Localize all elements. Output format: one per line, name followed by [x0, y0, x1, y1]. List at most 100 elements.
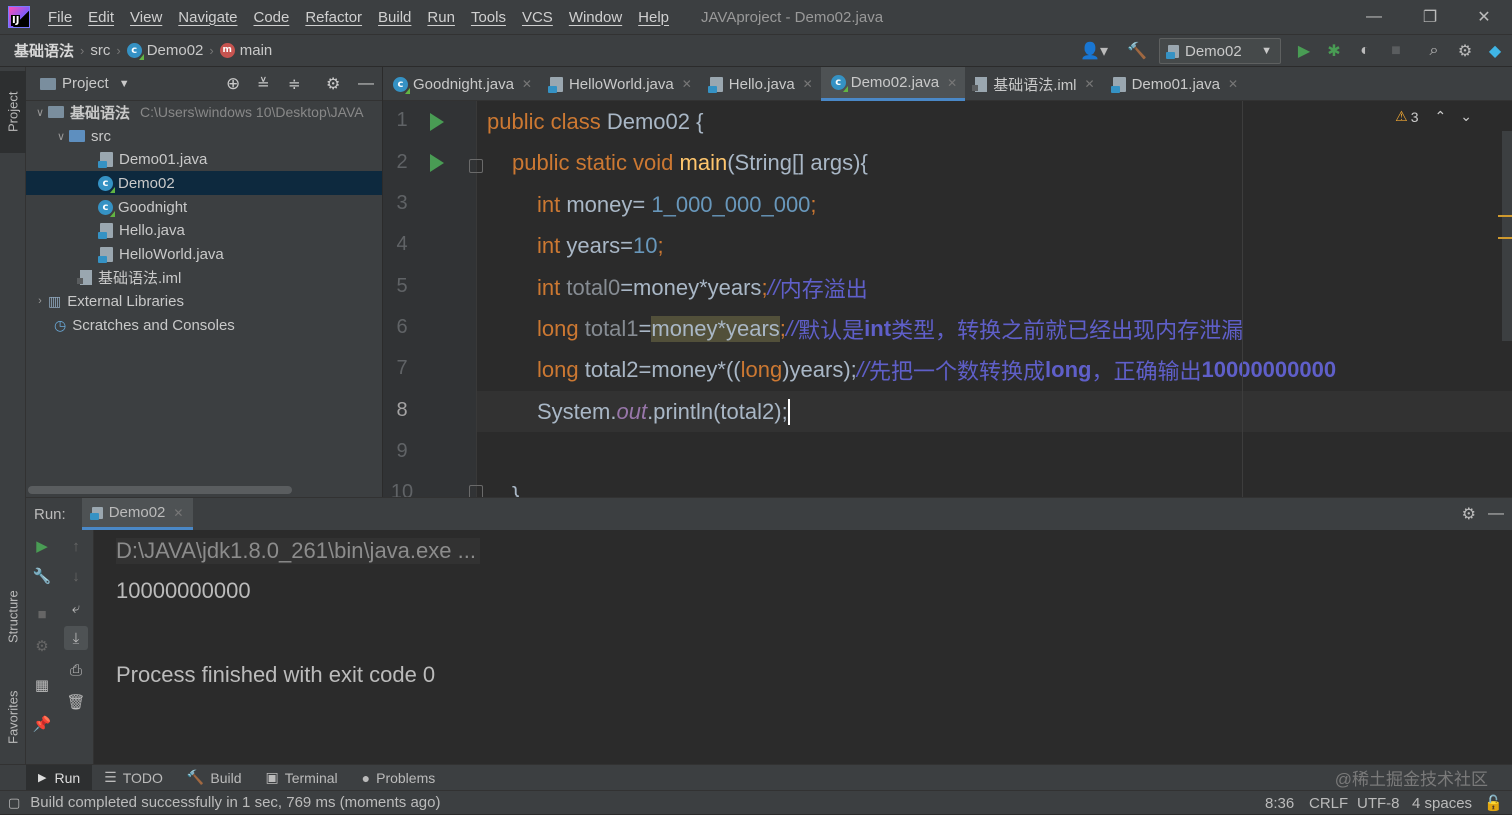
line-separator[interactable]: CRLF	[1309, 791, 1348, 815]
arrow-down-icon[interactable]: ↓	[64, 564, 88, 588]
print-icon[interactable]: ⎙	[64, 658, 88, 682]
run-gutter-icon[interactable]	[430, 154, 444, 172]
editor-scrollbar[interactable]	[1502, 131, 1512, 341]
tool-tab-run[interactable]: ▶ Run	[26, 764, 93, 791]
hide-icon[interactable]: —	[358, 75, 374, 93]
tree-external-libraries[interactable]: › ▥ External Libraries	[26, 289, 382, 313]
user-icon[interactable]: 👤▾	[1078, 40, 1110, 62]
wrench-icon[interactable]: 🔧	[30, 564, 54, 588]
tree-item-helloworld[interactable]: HelloWorld.java	[26, 242, 382, 266]
tree-item-demo01[interactable]: Demo01.java	[26, 147, 382, 171]
gear-icon[interactable]: ⚙	[1462, 504, 1476, 524]
tree-scratches[interactable]: ◷ Scratches and Consoles	[26, 313, 382, 337]
tab-goodnight[interactable]: c Goodnight.java ✕	[383, 67, 540, 101]
file-encoding[interactable]: UTF-8	[1357, 791, 1400, 815]
breadcrumb-src[interactable]: src	[86, 42, 114, 59]
tree-item-iml[interactable]: 基础语法.iml	[26, 265, 382, 289]
minimize-button[interactable]: —	[1346, 0, 1402, 34]
menu-vcs[interactable]: VCS	[514, 9, 561, 26]
menu-navigate[interactable]: Navigate	[170, 9, 245, 26]
scroll-to-end-icon[interactable]: ⤓	[64, 626, 88, 650]
indent-setting[interactable]: 4 spaces	[1412, 791, 1472, 815]
close-icon[interactable]: ✕	[803, 77, 813, 91]
layout-icon[interactable]: ▦	[30, 673, 54, 697]
chevron-down-icon[interactable]: ▼	[119, 78, 130, 90]
chevron-down-icon[interactable]: ⌄	[1460, 108, 1472, 125]
gear-icon[interactable]: ⚙	[326, 74, 340, 94]
caret-position[interactable]: 8:36	[1265, 791, 1294, 815]
stop-icon[interactable]: ■	[30, 602, 54, 626]
plugin-icon[interactable]: ◆	[1484, 40, 1506, 62]
tree-item-demo02[interactable]: c Demo02	[26, 171, 382, 195]
side-tab-structure[interactable]: Structure	[0, 572, 26, 662]
menu-run[interactable]: Run	[419, 9, 463, 26]
breadcrumb-class[interactable]: c Demo02	[123, 42, 208, 60]
status-message[interactable]: Build completed successfully in 1 sec, 7…	[30, 794, 440, 811]
tool-tab-build[interactable]: 🔨 Build	[175, 765, 254, 791]
console-output[interactable]: D:\JAVA\jdk1.8.0_261\bin\java.exe ... 10…	[94, 530, 1512, 765]
debug-icon[interactable]: ✱	[1323, 40, 1345, 62]
tree-item-label: Demo02	[118, 174, 175, 192]
warnings-indicator[interactable]: ⚠ 3 ⌃ ⌄	[1395, 108, 1472, 125]
close-icon[interactable]: ✕	[682, 77, 692, 91]
run-gutter-icon[interactable]	[430, 113, 444, 131]
panel-toggle-icon[interactable]: ▢	[8, 795, 20, 811]
lock-icon[interactable]: 🔓	[1484, 791, 1503, 815]
tree-item-hello[interactable]: Hello.java	[26, 218, 382, 242]
collapse-all-icon[interactable]: ≑	[288, 75, 301, 93]
menu-refactor[interactable]: Refactor	[297, 9, 370, 26]
stop-icon[interactable]: ■	[1385, 40, 1407, 62]
menu-view[interactable]: View	[122, 9, 170, 26]
menu-edit[interactable]: Edit	[80, 9, 122, 26]
hide-icon[interactable]: —	[1488, 505, 1504, 523]
close-icon[interactable]: ✕	[1085, 77, 1095, 91]
maximize-button[interactable]: ❐	[1402, 0, 1458, 34]
menu-file[interactable]: File	[40, 9, 80, 26]
menu-code[interactable]: Code	[245, 9, 297, 26]
tab-demo02[interactable]: c Demo02.java ✕	[820, 67, 966, 101]
tab-helloworld[interactable]: HelloWorld.java ✕	[540, 67, 700, 101]
code-area[interactable]: public class Demo02 { public static void…	[477, 101, 1512, 497]
menu-build[interactable]: Build	[370, 9, 419, 26]
close-window-button[interactable]: ✕	[1456, 0, 1512, 34]
tree-item-goodnight[interactable]: c Goodnight	[26, 195, 382, 219]
close-icon[interactable]: ✕	[1228, 77, 1238, 91]
soft-wrap-icon[interactable]: ⤶	[64, 596, 88, 620]
search-icon[interactable]: ⌕	[1423, 40, 1445, 62]
coverage-icon[interactable]: ◐	[1354, 40, 1376, 62]
run-tab-demo02[interactable]: Demo02 ✕	[81, 498, 194, 530]
tool-tab-terminal[interactable]: ▣ Terminal	[254, 765, 350, 791]
build-hammer-icon[interactable]: 🔨	[1126, 40, 1148, 62]
tree-root[interactable]: ∨ 基础语法 C:\Users\windows 10\Desktop\JAVA	[26, 100, 382, 124]
menu-window[interactable]: Window	[561, 9, 630, 26]
run-icon[interactable]: ▶	[1293, 40, 1315, 62]
run-config-select[interactable]: Demo02 ▼	[1159, 38, 1281, 64]
tool-tab-todo[interactable]: ☰ TODO	[92, 765, 175, 791]
tab-hello[interactable]: Hello.java ✕	[700, 67, 821, 101]
rerun-icon[interactable]: ▶	[30, 534, 54, 558]
tool-tab-problems[interactable]: ● Problems	[350, 765, 448, 791]
expand-all-icon[interactable]: ≚	[257, 75, 270, 93]
menu-tools[interactable]: Tools	[463, 9, 514, 26]
close-icon[interactable]: ✕	[173, 506, 183, 520]
dump-threads-icon[interactable]: ⚙	[30, 634, 54, 658]
menu-help[interactable]: Help	[630, 9, 677, 26]
gear-icon[interactable]: ⚙	[1454, 40, 1476, 62]
breadcrumb-method[interactable]: m main	[216, 42, 277, 59]
project-panel-title[interactable]: Project	[62, 75, 109, 92]
trash-icon[interactable]: 🗑	[64, 690, 88, 714]
tab-demo01[interactable]: Demo01.java ✕	[1103, 67, 1246, 101]
tab-iml[interactable]: 基础语法.iml ✕	[965, 67, 1102, 101]
pin-icon[interactable]: 📌	[30, 712, 54, 736]
side-tab-project[interactable]: Project	[0, 71, 26, 153]
close-icon[interactable]: ✕	[522, 77, 532, 91]
locate-icon[interactable]: ⊕	[226, 74, 240, 94]
arrow-up-icon[interactable]: ↑	[64, 534, 88, 558]
keyword: public class	[487, 108, 607, 134]
chevron-up-icon[interactable]: ⌃	[1435, 108, 1447, 125]
breadcrumb-project[interactable]: 基础语法	[0, 40, 78, 61]
side-tab-favorites[interactable]: Favorites	[0, 672, 26, 762]
close-icon[interactable]: ✕	[947, 76, 957, 90]
project-scrollbar[interactable]	[28, 486, 292, 494]
tree-src[interactable]: ∨ src	[26, 124, 382, 148]
